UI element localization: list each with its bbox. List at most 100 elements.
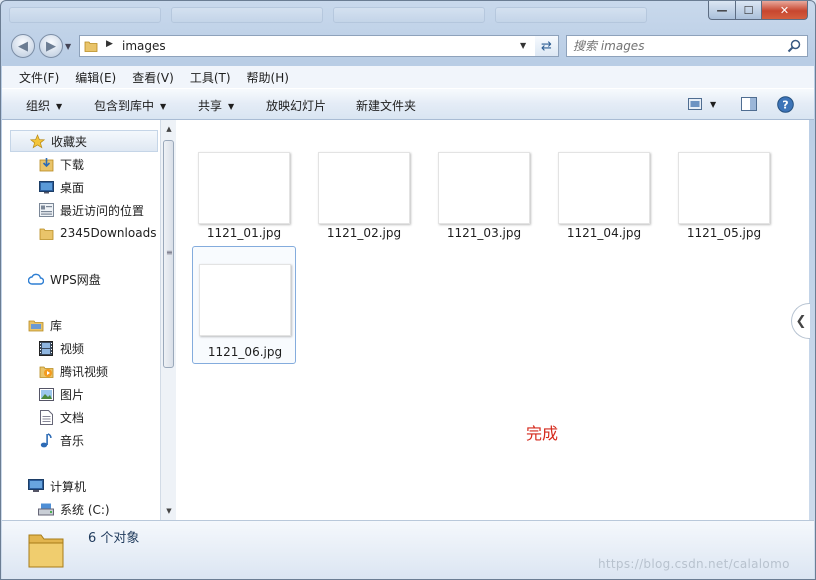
address-bar[interactable]: ▶ images ▼ <box>79 35 559 57</box>
done-annotation: 完成 <box>526 424 559 443</box>
image-thumbnail <box>678 152 770 224</box>
recent-pages-dropdown[interactable]: ▼ <box>65 42 74 51</box>
sidebar-item-wps-drive[interactable]: WPS网盘 <box>28 268 101 290</box>
breadcrumb-arrow-icon[interactable]: ▶ <box>106 39 113 49</box>
sidebar-item-label: 桌面 <box>60 180 85 195</box>
sidebar-item-pictures[interactable]: 图片 <box>38 383 84 405</box>
sidebar-item-label: 2345Downloads <box>60 226 157 240</box>
background-tab <box>333 7 485 23</box>
background-windows-strip <box>9 7 649 25</box>
breadcrumb-current[interactable]: images <box>122 39 166 53</box>
arrow-right-icon: ▶ <box>46 38 56 54</box>
scrollbar-thumb[interactable]: ≡ <box>163 140 174 368</box>
file-name: 1121_06.jpg <box>207 345 283 359</box>
preview-pane-button[interactable] <box>741 96 757 112</box>
sidebar-item-label: 图片 <box>60 387 85 402</box>
new-folder-button[interactable]: 新建文件夹 <box>356 97 416 114</box>
desktop-icon <box>38 179 54 195</box>
menu-view[interactable]: 查看(V) <box>115 69 182 86</box>
chevron-down-icon: ▼ <box>710 99 717 109</box>
film-icon <box>38 340 54 356</box>
image-thumbnail <box>198 152 290 224</box>
sidebar-item-2345downloads[interactable]: 2345Downloads <box>38 222 156 244</box>
background-tab <box>495 7 647 23</box>
share-button[interactable]: 共享 ▼ <box>198 97 234 114</box>
file-item[interactable]: 1121_04.jpg <box>552 146 656 264</box>
include-library-button[interactable]: 包含到库中 ▼ <box>94 97 166 114</box>
file-item-selected[interactable]: 1121_06.jpg <box>192 246 296 364</box>
sidebar-item-system-drive[interactable]: 系统 (C:) <box>38 498 110 520</box>
minimize-button[interactable]: — <box>708 1 736 20</box>
menu-help[interactable]: 帮助(H) <box>230 69 297 86</box>
search-box[interactable] <box>566 35 808 57</box>
back-button[interactable]: ◀ <box>11 34 35 58</box>
command-bar: 组织 ▼ 包含到库中 ▼ 共享 ▼ 放映幻灯片 新建文件夹 ▼ ? <box>2 88 814 120</box>
image-thumbnail <box>199 264 291 336</box>
navigation-pane: 收藏夹 下载 桌面 最近访问的位置 2345Downloads WPS网盘 库 … <box>2 120 160 520</box>
sidebar-favorites-label: 收藏夹 <box>51 134 88 149</box>
chevron-left-icon: ❮ <box>795 313 807 329</box>
library-icon <box>28 317 44 333</box>
forward-button[interactable]: ▶ <box>39 34 63 58</box>
organize-label: 组织 <box>26 99 51 113</box>
organize-button[interactable]: 组织 ▼ <box>26 97 62 114</box>
computer-icon <box>28 478 44 494</box>
sidebar-item-tencent-video[interactable]: 腾讯视频 <box>38 360 108 382</box>
title-bar: — ☐ ✕ <box>1 1 815 27</box>
sidebar-item-label: 下载 <box>60 157 85 172</box>
view-icon <box>688 98 702 110</box>
sidebar-item-label: 系统 (C:) <box>60 502 110 517</box>
sidebar-item-label: 腾讯视频 <box>60 364 109 379</box>
sidebar-item-downloads[interactable]: 下载 <box>38 153 84 175</box>
file-item[interactable]: 1121_03.jpg <box>432 146 536 264</box>
address-history-dropdown[interactable]: ▼ <box>520 41 526 50</box>
sidebar-favorites-header[interactable]: 收藏夹 <box>10 130 158 152</box>
refresh-icon: ⇄ <box>541 38 552 54</box>
file-item[interactable]: 1121_02.jpg <box>312 146 416 264</box>
search-input[interactable] <box>573 38 773 54</box>
close-button[interactable]: ✕ <box>761 1 808 20</box>
sidebar-item-videos[interactable]: 视频 <box>38 337 84 359</box>
maximize-button[interactable]: ☐ <box>735 1 762 20</box>
navigation-scrollbar[interactable]: ▲ ≡ ▼ <box>160 120 176 520</box>
image-thumbnail <box>438 152 530 224</box>
sidebar-item-label: 视频 <box>60 341 85 356</box>
change-view-button[interactable]: ▼ <box>688 96 716 112</box>
file-name: 1121_03.jpg <box>446 226 522 240</box>
scroll-up-icon[interactable]: ▲ <box>163 123 175 135</box>
scroll-down-icon[interactable]: ▼ <box>163 505 175 517</box>
help-button[interactable]: ? <box>777 95 794 113</box>
refresh-button[interactable]: ⇄ <box>535 35 559 57</box>
search-icon[interactable] <box>787 39 801 53</box>
folder-icon <box>84 41 98 52</box>
file-name: 1121_01.jpg <box>206 226 282 240</box>
file-item[interactable]: 1121_05.jpg <box>672 146 776 264</box>
minimize-icon: — <box>716 3 728 17</box>
sidebar-libraries-header[interactable]: 库 <box>28 314 62 336</box>
sidebar-item-label: 音乐 <box>60 433 85 448</box>
sidebar-item-documents[interactable]: 文档 <box>38 406 84 428</box>
slideshow-button[interactable]: 放映幻灯片 <box>266 97 326 114</box>
menu-bar: 文件(F) 编辑(E) 查看(V) 工具(T) 帮助(H) <box>2 66 814 88</box>
main-content: 收藏夹 下载 桌面 最近访问的位置 2345Downloads WPS网盘 库 … <box>2 120 810 520</box>
music-note-icon <box>38 432 54 448</box>
sidebar-computer-label: 计算机 <box>50 479 87 494</box>
sidebar-item-desktop[interactable]: 桌面 <box>38 176 84 198</box>
details-pane: 6 个对象 https://blog.csdn.net/calalomo <box>2 520 814 579</box>
sidebar-item-recent-places[interactable]: 最近访问的位置 <box>38 199 144 221</box>
star-icon <box>29 133 45 149</box>
image-thumbnail <box>318 152 410 224</box>
sidebar-libraries-label: 库 <box>50 318 63 333</box>
sidebar-item-music[interactable]: 音乐 <box>38 429 84 451</box>
address-row: ◀ ▶ ▼ ▶ images ▼ ⇄ <box>1 31 815 61</box>
file-view: 1121_01.jpg 1121_02.jpg 1121_03.jpg 1121… <box>176 120 809 520</box>
chevron-down-icon: ▼ <box>228 102 235 111</box>
file-name: 1121_02.jpg <box>326 226 402 240</box>
explorer-window: — ☐ ✕ ◀ ▶ ▼ ▶ images ▼ ⇄ 文件(F) 编辑(E) 查看(… <box>0 0 816 580</box>
image-thumbnail <box>558 152 650 224</box>
svg-text:?: ? <box>782 98 788 111</box>
sidebar-computer-header[interactable]: 计算机 <box>28 475 86 497</box>
folder-icon <box>28 534 64 568</box>
folder-icon <box>38 225 54 241</box>
picture-icon <box>38 386 54 402</box>
